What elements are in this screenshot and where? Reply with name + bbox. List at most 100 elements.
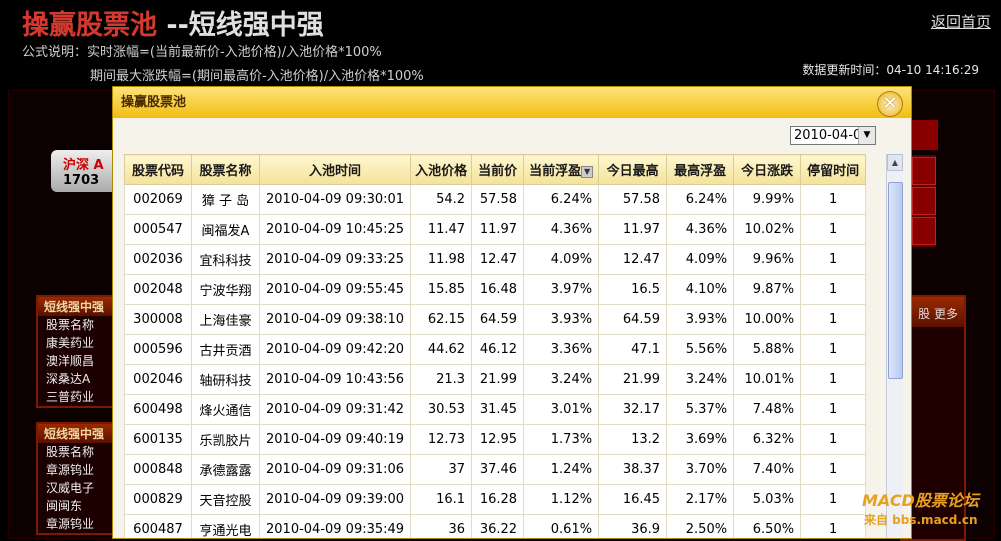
- side-box-1-row[interactable]: 深桑达A: [38, 370, 114, 388]
- table-row[interactable]: 002048 宁波华翔 2010-04-09 09:55:45 15.85 16.48 3…: [124, 274, 867, 305]
- cell-code[interactable]: 000596: [124, 334, 192, 365]
- hs-a-tab[interactable]: 沪深 A 1703: [51, 150, 119, 192]
- header-label: 今日涨跌: [741, 164, 794, 179]
- cell-current-gain: 3.36%: [523, 334, 600, 365]
- header-col-max-gain[interactable]: 最高浮盈: [666, 154, 735, 185]
- header-col-entry-time[interactable]: 入池时间: [258, 154, 412, 185]
- cell-stay-time: 1: [800, 304, 867, 335]
- right-button[interactable]: [912, 217, 936, 245]
- cell-name[interactable]: 烽火通信: [191, 394, 260, 425]
- table-row[interactable]: 000829 天音控股 2010-04-09 09:39:00 16.1 16.28 1.…: [124, 484, 867, 515]
- cell-code[interactable]: 000547: [124, 214, 192, 245]
- cell-max-gain: 4.36%: [666, 214, 735, 245]
- header-col-code[interactable]: 股票代码: [124, 154, 192, 185]
- header-col-today-high[interactable]: 今日最高: [598, 154, 668, 185]
- right-decoration-top: [912, 120, 938, 150]
- vertical-scrollbar[interactable]: ▲: [886, 154, 903, 538]
- header-col-today-change[interactable]: 今日涨跌: [733, 154, 802, 185]
- cell-entry-time: 2010-04-09 09:40:19: [258, 424, 412, 455]
- cell-name[interactable]: 宁波华翔: [191, 274, 260, 305]
- side-box-2-row[interactable]: 汉威电子: [38, 479, 114, 497]
- cell-max-gain: 5.37%: [666, 394, 735, 425]
- cell-name[interactable]: 承德露露: [191, 454, 260, 485]
- cell-stay-time: 1: [800, 334, 867, 365]
- cell-code[interactable]: 000829: [124, 484, 192, 515]
- header-label: 当前价: [478, 164, 518, 179]
- cell-current-price: 21.99: [471, 364, 525, 395]
- cell-code[interactable]: 600135: [124, 424, 192, 455]
- table-row[interactable]: 300008 上海佳豪 2010-04-09 09:38:10 62.15 64.59 3…: [124, 304, 867, 335]
- cell-today-high: 64.59: [598, 304, 668, 335]
- side-box-2-row[interactable]: 闽闽东: [38, 497, 114, 515]
- cell-name[interactable]: 上海佳豪: [191, 304, 260, 335]
- cell-current-price: 12.47: [471, 244, 525, 275]
- right-button[interactable]: [912, 187, 936, 215]
- table-row[interactable]: 600487 亨通光电 2010-04-09 09:35:49 36 36.22 0.61…: [124, 514, 867, 538]
- header-col-name[interactable]: 股票名称: [191, 154, 260, 185]
- date-select[interactable]: 2010-04-09 ▼: [790, 126, 876, 145]
- cell-today-high: 57.58: [598, 184, 668, 215]
- update-time-label: 数据更新时间：: [802, 63, 887, 77]
- cell-max-gain: 5.56%: [666, 334, 735, 365]
- home-link[interactable]: 返回首页: [931, 11, 991, 32]
- cell-today-change: 10.00%: [733, 304, 802, 335]
- cell-code[interactable]: 000848: [124, 454, 192, 485]
- page-title-sub: --短线强中强: [157, 10, 324, 41]
- cell-stay-time: 1: [800, 484, 867, 515]
- cell-code[interactable]: 002069: [124, 184, 192, 215]
- cell-name[interactable]: 宜科科技: [191, 244, 260, 275]
- cell-today-change: 6.50%: [733, 514, 802, 538]
- cell-entry-price: 16.1: [410, 484, 473, 515]
- cell-code[interactable]: 002036: [124, 244, 192, 275]
- cell-current-gain: 1.73%: [523, 424, 600, 455]
- header-col-entry-price[interactable]: 入池价格: [410, 154, 473, 185]
- cell-today-high: 16.45: [598, 484, 668, 515]
- header-col-current-price[interactable]: 当前价: [471, 154, 525, 185]
- chevron-down-icon[interactable]: ▼: [858, 127, 875, 144]
- side-box-2-row[interactable]: 章源钨业: [38, 515, 114, 533]
- table-row[interactable]: 002046 轴研科技 2010-04-09 10:43:56 21.3 21.99 3.…: [124, 364, 867, 395]
- scroll-up-icon[interactable]: ▲: [887, 154, 903, 171]
- scrollbar-thumb[interactable]: [888, 182, 903, 379]
- sort-down-icon[interactable]: ▼: [581, 165, 594, 178]
- side-box-1-row[interactable]: 澳洋顺昌: [38, 352, 114, 370]
- cell-code[interactable]: 002046: [124, 364, 192, 395]
- side-box-2-row[interactable]: 章源钨业: [38, 461, 114, 479]
- cell-max-gain: 4.09%: [666, 244, 735, 275]
- cell-entry-time: 2010-04-09 09:31:42: [258, 394, 412, 425]
- cell-max-gain: 3.70%: [666, 454, 735, 485]
- cell-name[interactable]: 獐 子 岛: [191, 184, 260, 215]
- table-row[interactable]: 000547 闽福发A 2010-04-09 10:45:25 11.47 11.97 4…: [124, 214, 867, 245]
- close-icon[interactable]: ✕: [877, 91, 903, 117]
- cell-code[interactable]: 600498: [124, 394, 192, 425]
- cell-entry-time: 2010-04-09 09:42:20: [258, 334, 412, 365]
- table-row[interactable]: 002069 獐 子 岛 2010-04-09 09:30:01 54.2 57.58 6…: [124, 184, 867, 215]
- cell-name[interactable]: 轴研科技: [191, 364, 260, 395]
- cell-name[interactable]: 闽福发A: [191, 214, 260, 245]
- header-col-stay-time[interactable]: 停留时间: [800, 154, 867, 185]
- side-box-1-row[interactable]: 三普药业: [38, 388, 114, 406]
- cell-code[interactable]: 600487: [124, 514, 192, 538]
- table-row[interactable]: 600135 乐凯胶片 2010-04-09 09:40:19 12.73 12.95 1…: [124, 424, 867, 455]
- cell-today-change: 6.32%: [733, 424, 802, 455]
- table-row[interactable]: 000848 承德露露 2010-04-09 09:31:06 37 37.46 1.24…: [124, 454, 867, 485]
- cell-max-gain: 2.17%: [666, 484, 735, 515]
- header-label: 股票代码: [131, 164, 184, 179]
- cell-today-high: 38.37: [598, 454, 668, 485]
- cell-today-change: 7.40%: [733, 454, 802, 485]
- cell-name[interactable]: 亨通光电: [191, 514, 260, 538]
- side-box-1-row[interactable]: 康美药业: [38, 334, 114, 352]
- table-row[interactable]: 002036 宜科科技 2010-04-09 09:33:25 11.98 12.47 4…: [124, 244, 867, 275]
- hs-a-tab-number: 1703: [63, 173, 100, 188]
- cell-name[interactable]: 天音控股: [191, 484, 260, 515]
- right-button[interactable]: [912, 157, 936, 185]
- cell-code[interactable]: 002048: [124, 274, 192, 305]
- table-row[interactable]: 000596 古井贡酒 2010-04-09 09:42:20 44.62 46.12 3…: [124, 334, 867, 365]
- header-col-current-gain[interactable]: 当前浮盈 ▼: [523, 154, 600, 185]
- cell-current-gain: 1.24%: [523, 454, 600, 485]
- table-row[interactable]: 600498 烽火通信 2010-04-09 09:31:42 30.53 31.45 3…: [124, 394, 867, 425]
- cell-code[interactable]: 300008: [124, 304, 192, 335]
- cell-current-price: 16.28: [471, 484, 525, 515]
- cell-name[interactable]: 古井贡酒: [191, 334, 260, 365]
- cell-name[interactable]: 乐凯胶片: [191, 424, 260, 455]
